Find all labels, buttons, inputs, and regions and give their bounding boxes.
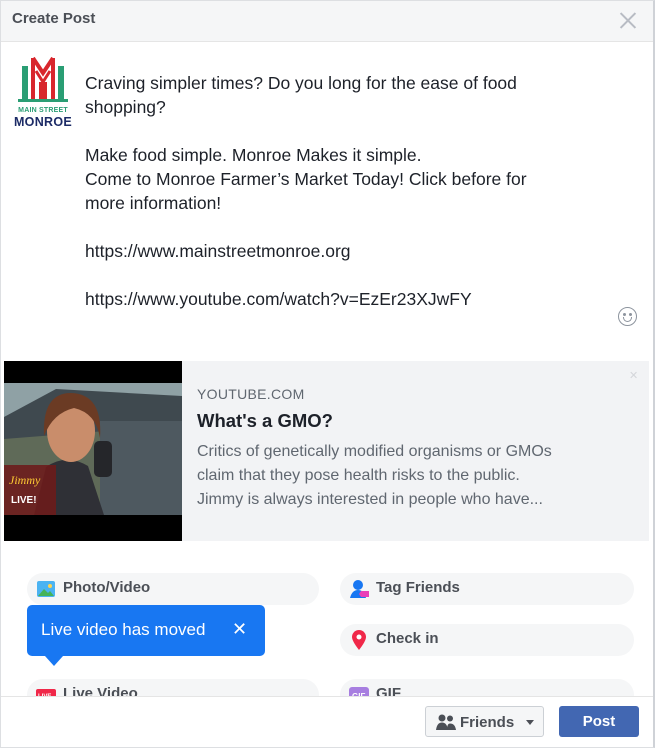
post-composer-text[interactable]: Craving simpler times? Do you long for t… [85,71,595,311]
tag-friends-label: Tag Friends [376,579,460,596]
post-line: shopping? [85,97,166,117]
post-line: more information! [85,193,222,213]
tooltip-close-icon[interactable]: ✕ [232,619,247,640]
post-line-blank [85,263,595,287]
post-line-blank [85,215,595,239]
close-icon[interactable] [617,9,639,31]
check-in-icon [348,629,370,651]
link-preview[interactable]: Jimmy LIVE! ✕ YOUTUBE.COM What's a GMO? … [4,361,649,541]
audience-label: Friends [460,714,515,731]
emoji-icon[interactable] [618,307,637,326]
svg-text:LIVE!: LIVE! [11,495,37,506]
photo-video-icon [35,578,57,600]
check-in-button[interactable]: Check in [340,624,634,656]
post-line: Craving simpler times? Do you long for t… [85,73,517,93]
preview-title[interactable]: What's a GMO? [197,410,333,432]
live-video-moved-tooltip: Live video has moved ✕ [27,605,265,666]
create-post-dialog: Create Post MAIN STREET MONROE Craving s… [0,0,655,748]
tag-friends-button[interactable]: Tag Friends [340,573,634,605]
friends-icon [436,714,456,730]
preview-description: Critics of genetically modified organism… [197,440,632,512]
audience-selector-button[interactable]: Friends [425,706,544,737]
tooltip-text: Live video has moved [41,620,206,639]
avatar-text-small: MAIN STREET [18,107,68,114]
svg-text:Jimmy: Jimmy [9,473,41,487]
dialog-footer: Friends Post [1,696,653,747]
emoji-mouth [623,317,632,322]
post-line-blank [85,119,595,143]
video-thumbnail[interactable]: Jimmy LIVE! [4,361,182,541]
post-line: Come to Monroe Farmer’s Market Today! Cl… [85,169,527,189]
chevron-down-icon [526,720,534,725]
check-in-label: Check in [376,630,439,647]
remove-preview-icon[interactable]: ✕ [629,369,641,382]
dialog-header: Create Post [1,1,653,42]
main-street-monroe-logo [16,51,70,105]
photo-video-button[interactable]: Photo/Video [27,573,319,605]
dialog-title: Create Post [12,10,96,27]
preview-desc-line: claim that they pose health risks to the… [197,467,520,484]
post-button[interactable]: Post [559,706,639,737]
post-line: Make food simple. Monroe Makes it simple… [85,145,422,165]
preview-desc-line: Critics of genetically modified organism… [197,443,552,460]
tooltip-arrow [45,656,63,666]
photo-video-label: Photo/Video [63,579,151,596]
post-link: https://www.youtube.com/watch?v=EzEr23XJ… [85,289,472,309]
video-thumbnail-image: Jimmy LIVE! [4,361,182,541]
avatar-text-big: MONROE [13,115,73,129]
page-avatar: MAIN STREET MONROE [9,49,77,129]
tag-friends-icon [348,578,370,600]
preview-desc-line: Jimmy is always interested in people who… [197,491,543,508]
preview-source: YOUTUBE.COM [197,386,305,402]
post-link: https://www.mainstreetmonroe.org [85,241,351,261]
